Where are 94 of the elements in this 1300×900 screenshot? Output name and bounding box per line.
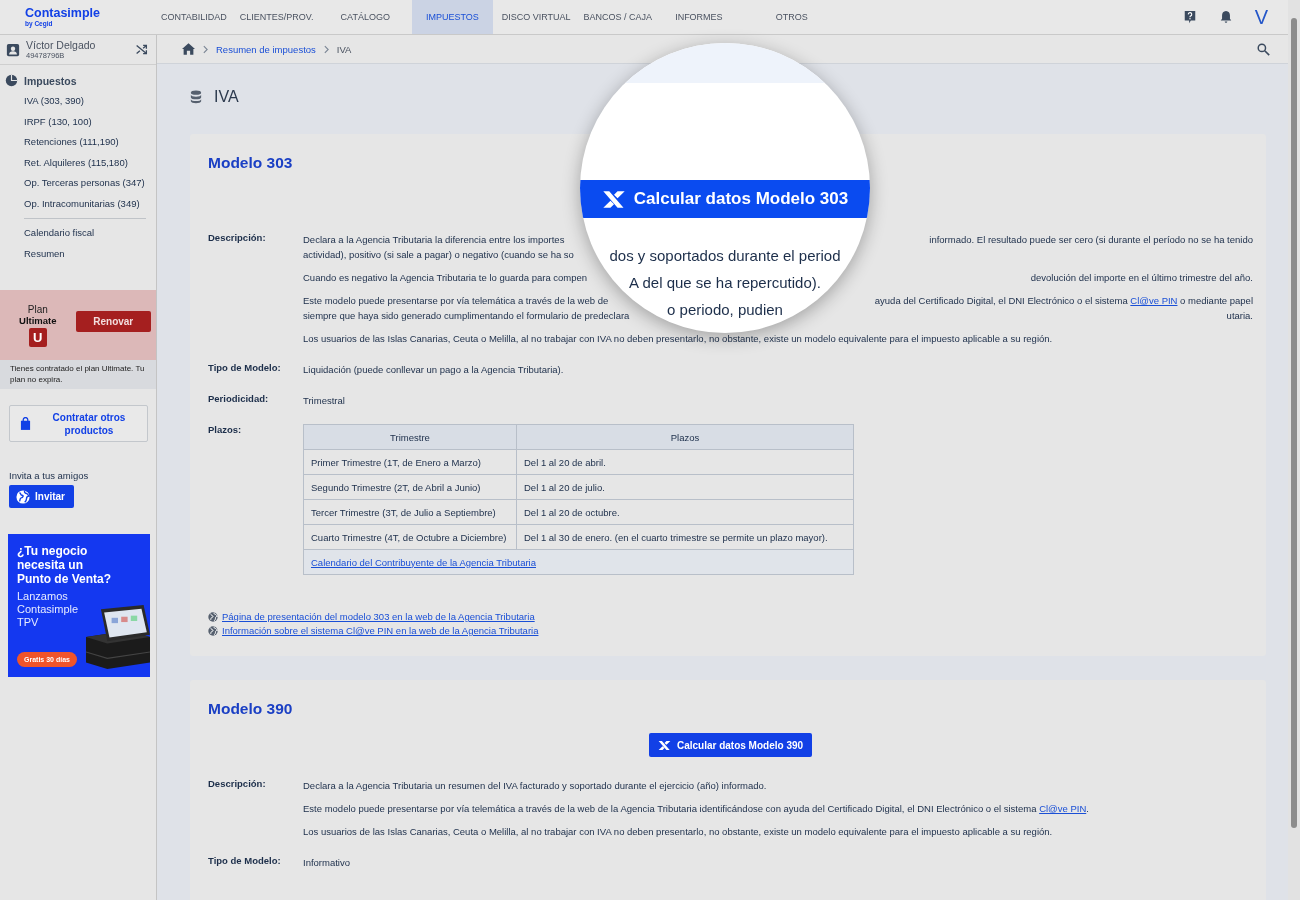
x-mark-icon (601, 189, 626, 209)
table-cell: Del 1 al 20 de octubre. (516, 499, 854, 525)
table-cell: Primer Trimestre (1T, de Enero a Marzo) (303, 449, 517, 475)
description-text: ayuda del Certificado Digital, el DNI Electrónico o el sistema Cl@ve PIN o mediante papel (874, 294, 1253, 308)
home-icon[interactable] (182, 43, 195, 55)
description-text: Declara a la Agencia Tributaria un resumen del IVA facturado y soportado durante el ejercicio (año) informado. (303, 779, 767, 793)
sidebar-item[interactable]: IRPF (130, 100) (24, 111, 92, 132)
field-value: Informativo (303, 856, 350, 870)
banner-text: Lanzamos Contasimple TPV (17, 590, 80, 629)
nav-tab[interactable]: OTROS (771, 0, 812, 34)
sidebar-item[interactable]: Ret. Alquileres (115,180) (24, 152, 128, 173)
table-cell: Del 1 al 30 de enero. (en el cuarto trimestre se permite un plazo mayor). (516, 524, 854, 550)
field-label: Tipo de Modelo: (208, 855, 282, 866)
table-cell: Segundo Trimestre (2T, de Abril a Junio) (303, 474, 517, 500)
description-text: Los usuarios de las Islas Canarias, Ceuta o Melilla, al no trabajar con IVA no deben presentarlo, no obstante, existe un modelo equivalente para el impuesto aplicable a su región. (303, 332, 1053, 346)
magnified-text: o periodo, pudien (667, 301, 783, 319)
breadcrumb-item: IVA (336, 43, 352, 55)
field-label: Descripción: (208, 232, 267, 243)
description-text: utaria. (1226, 309, 1253, 323)
description-text: actividad), positivo (si sale a pagar) o negativo (cuando se ha so (303, 248, 574, 262)
invite-button[interactable]: Invitar (9, 485, 74, 508)
description-text: Declara a la Agencia Tributaria la diferencia entre los importes (303, 233, 565, 247)
invite-label: Invita a tus amigos (9, 470, 89, 481)
calculate-button[interactable]: Calcular datos Modelo 390 (648, 733, 813, 757)
table-cell: Cuarto Trimestre (4T, de Octubre a Diciembre) (303, 524, 517, 550)
field-label: Periodicidad: (208, 393, 270, 404)
table-cell: Del 1 al 20 de julio. (516, 474, 854, 500)
column-header: Trimestre (303, 424, 517, 450)
chevron-icon (323, 44, 329, 54)
banner-headline: ¿Tu negocio necesita un Punto de Venta? (17, 544, 112, 586)
plan-note: Tienes contratado el plan Ultimate. Tu plan no expira. (0, 360, 156, 389)
globe-icon (16, 489, 30, 504)
contact-card-icon (6, 42, 20, 57)
pie-chart-icon (5, 74, 18, 87)
sidebar-item[interactable]: IVA (303, 390) (24, 91, 85, 112)
nav-tab[interactable]: CONTABILIDAD (157, 0, 231, 34)
field-label: Tipo de Modelo: (208, 362, 282, 373)
sidebar-item[interactable]: Calendario fiscal (24, 223, 95, 244)
sidebar-item[interactable]: Op. Intracomunitarias (349) (24, 193, 140, 214)
table-cell: Tercer Trimestre (3T, de Julio a Septiembre) (303, 499, 517, 525)
pos-terminal-drawing (86, 605, 150, 669)
description-text: informado. El resultado puede ser cero (si durante el período no se ha tenido (929, 233, 1253, 247)
field-value: Trimestral (303, 394, 345, 408)
page-title: IVA (214, 88, 239, 106)
user-name: Víctor Delgado (26, 39, 97, 51)
scrollbar[interactable] (1288, 0, 1300, 900)
model-title: Modelo 390 (208, 700, 293, 718)
nav-tab[interactable]: IMPUESTOS (411, 0, 493, 34)
renew-button[interactable]: Renovar (75, 310, 151, 332)
notification-bell-icon[interactable] (1218, 10, 1233, 24)
globe-icon (208, 625, 218, 636)
description-text: Los usuarios de las Islas Canarias, Ceuta o Melilla, al no trabajar con IVA no deben presentarlo, no obstante, existe un modelo equivalente para el impuesto aplicable a su región. (303, 825, 1053, 839)
field-value: Liquidación (puede conllevar un pago a la Agencia Tributaria). (303, 363, 564, 377)
nav-tab[interactable]: CATÁLOGO (336, 0, 394, 34)
external-link[interactable]: Página de presentación del modelo 303 en la web de la Agencia Tributaria (222, 611, 535, 622)
column-header: Plazos (516, 424, 854, 450)
sidebar-item[interactable]: Op. Terceras personas (347) (24, 173, 145, 194)
field-label: Plazos: (208, 424, 243, 435)
shuffle-icon[interactable] (135, 43, 148, 56)
model-title: Modelo 303 (208, 154, 293, 172)
section-title: Impuestos (24, 74, 77, 87)
calculate-button[interactable]: Calcular datos Modelo 303 (580, 180, 870, 218)
magnified-text: A del que se ha repercutido). (629, 274, 821, 292)
globe-icon (208, 611, 218, 622)
plan-label: Plan (27, 303, 48, 315)
nav-tab[interactable]: DISCO VIRTUAL (497, 0, 575, 34)
chevron-icon (203, 44, 208, 54)
calendar-link[interactable]: Calendario del Contribuyente de la Agencia Tributaria (311, 556, 536, 568)
sidebar-item[interactable]: Retenciones (111,190) (24, 132, 119, 153)
table-cell: Del 1 al 20 de abril. (516, 449, 854, 475)
search-icon[interactable] (1257, 42, 1270, 56)
description-text: Cuando es negativo la Agencia Tributaria te lo guarda para compen (303, 271, 588, 285)
description-text: Este modelo puede presentarse por vía telemática a través de la web de (303, 294, 609, 308)
shop-button[interactable]: Contratar otros productos (9, 405, 148, 442)
breadcrumb-item[interactable]: Resumen de impuestos (216, 43, 316, 55)
user-avatar[interactable]: V (1254, 5, 1268, 29)
nav-tab[interactable]: BANCOS / CAJA (579, 0, 657, 34)
database-icon (190, 90, 202, 104)
shopping-bag-icon (20, 417, 31, 430)
sidebar-item[interactable]: Resumen (24, 243, 65, 264)
nav-tab[interactable]: CLIENTES/PROV. (235, 0, 318, 34)
magnified-text: dos y soportados durante el period (609, 247, 841, 265)
description-text: siempre que haya sido generado cumplimentando el formulario de predeclara (303, 309, 630, 323)
plan-badge: U (28, 327, 47, 347)
description-text: devolución del importe en el último trimestre del año. (1030, 271, 1253, 285)
link[interactable]: Cl@ve PIN (1130, 295, 1178, 306)
brand-name[interactable]: Contasimple (25, 7, 100, 20)
description-text: Este modelo puede presentarse por vía telemática a través de la web de la Agencia Tributaria identificándose con ayuda del Certificado Digital, el DNI Electrónico o el sistema Cl@ve PIN. (303, 802, 1089, 816)
external-link[interactable]: Información sobre el sistema Cl@ve PIN en la web de la Agencia Tributaria (222, 625, 539, 636)
nav-tab[interactable]: INFORMES (671, 0, 727, 34)
help-icon[interactable] (1182, 10, 1197, 24)
field-label: Descripción: (208, 778, 267, 789)
plan-name: Ultimate (19, 314, 57, 326)
x-mark-icon (657, 739, 671, 751)
